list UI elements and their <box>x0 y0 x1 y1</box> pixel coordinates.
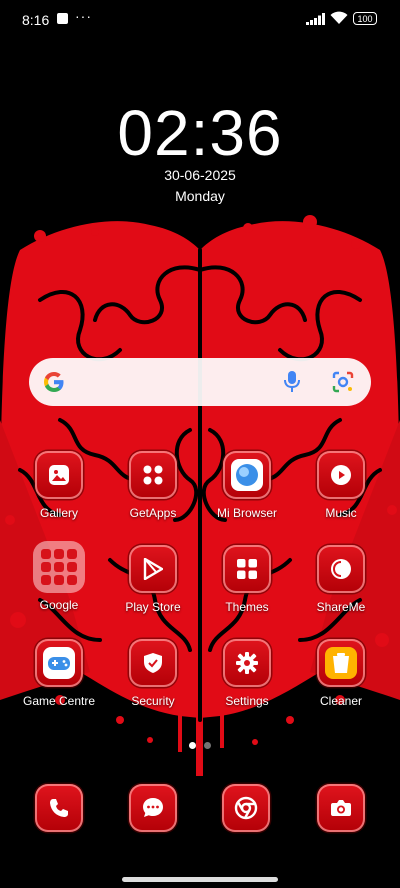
mi-browser-icon <box>223 451 271 499</box>
shield-icon <box>129 639 177 687</box>
app-settings[interactable]: Settings <box>207 639 287 708</box>
clock-date: 30-06-2025 <box>164 167 236 183</box>
status-time: 8:16 <box>22 12 50 28</box>
more-notifications-icon: ··· <box>75 8 92 24</box>
app-label: Settings <box>225 694 269 708</box>
folder-google[interactable]: Google <box>19 541 99 612</box>
phone-icon[interactable] <box>35 784 83 832</box>
app-label: Gallery <box>39 506 78 520</box>
battery-icon: 100 <box>353 12 377 25</box>
app-game-centre[interactable]: Game Centre <box>19 639 99 708</box>
app-label: GetApps <box>129 506 177 520</box>
chrome-icon[interactable] <box>222 784 270 832</box>
gesture-bar[interactable] <box>122 877 278 882</box>
page-dot <box>204 742 211 749</box>
app-music[interactable]: Music <box>301 451 381 520</box>
app-label: Cleaner <box>319 694 363 708</box>
lens-icon[interactable] <box>331 370 355 394</box>
app-label: Music <box>325 506 357 520</box>
getapps-icon <box>129 451 177 499</box>
app-cleaner[interactable]: Cleaner <box>301 639 381 708</box>
clock-day: Monday <box>175 188 225 204</box>
app-themes[interactable]: Themes <box>207 545 287 614</box>
app-label: Google <box>39 598 79 612</box>
notification-icon <box>57 13 68 24</box>
page-indicator <box>0 736 400 754</box>
app-label: Play Store <box>125 600 181 614</box>
music-icon <box>317 451 365 499</box>
signal-icon <box>306 13 325 25</box>
app-label: Game Centre <box>22 694 96 708</box>
play-store-icon <box>129 545 177 593</box>
themes-icon <box>223 545 271 593</box>
cleaner-icon <box>317 639 365 687</box>
google-search-bar[interactable] <box>29 358 371 406</box>
app-play-store[interactable]: Play Store <box>113 545 193 614</box>
app-security[interactable]: Security <box>113 639 193 708</box>
app-mi-browser[interactable]: Mi Browser <box>207 451 287 520</box>
camera-icon[interactable] <box>317 784 365 832</box>
app-shareme[interactable]: ShareMe <box>301 545 381 614</box>
folder-icon <box>33 541 85 593</box>
google-g-icon <box>44 372 64 392</box>
clock-time[interactable]: 02:36 <box>0 96 400 170</box>
gear-icon <box>223 639 271 687</box>
app-label: Mi Browser <box>216 506 277 520</box>
wifi-icon <box>330 11 348 24</box>
app-gallery[interactable]: Gallery <box>19 451 99 520</box>
app-getapps[interactable]: GetApps <box>113 451 193 520</box>
status-bar: 8:16 ··· 100 <box>0 0 400 40</box>
app-label: ShareMe <box>316 600 366 614</box>
shareme-icon <box>317 545 365 593</box>
app-label: Themes <box>225 600 269 614</box>
messages-icon[interactable] <box>129 784 177 832</box>
game-centre-icon <box>35 639 83 687</box>
app-label: Security <box>131 694 175 708</box>
mic-icon[interactable] <box>284 370 300 394</box>
page-dot-active <box>189 742 196 749</box>
gallery-icon <box>35 451 83 499</box>
